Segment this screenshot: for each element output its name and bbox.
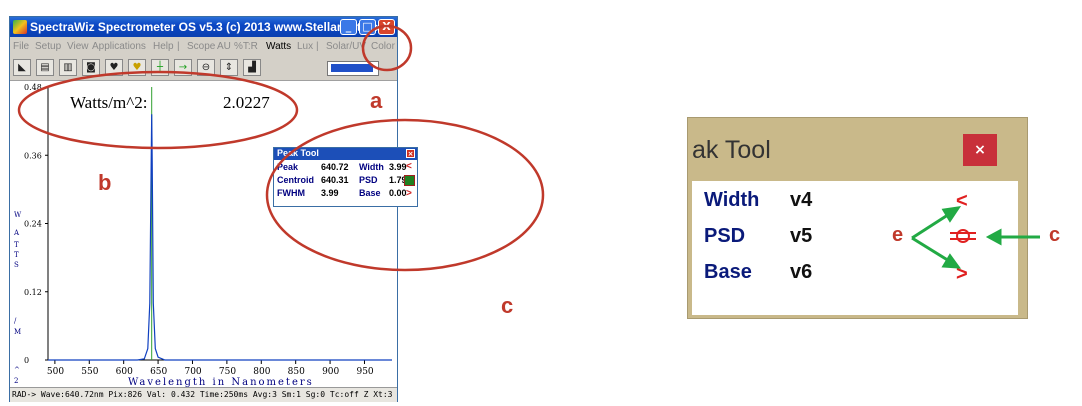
annotation-ellipse-c — [265, 118, 545, 272]
annotation-circle-a — [361, 24, 413, 72]
annotation-overlay — [17, 24, 1040, 272]
annotation-label-e: e — [892, 224, 904, 246]
annotation-label-a: a — [370, 88, 383, 113]
annotation-label-c: c — [501, 293, 514, 318]
annotation-ellipse-b — [17, 70, 299, 150]
annotation-label-b: b — [98, 170, 112, 195]
arrow-e-up-head — [941, 206, 962, 223]
arrow-c-left-head — [985, 228, 1002, 246]
annotation-label-c-zoom: c — [1049, 224, 1061, 246]
